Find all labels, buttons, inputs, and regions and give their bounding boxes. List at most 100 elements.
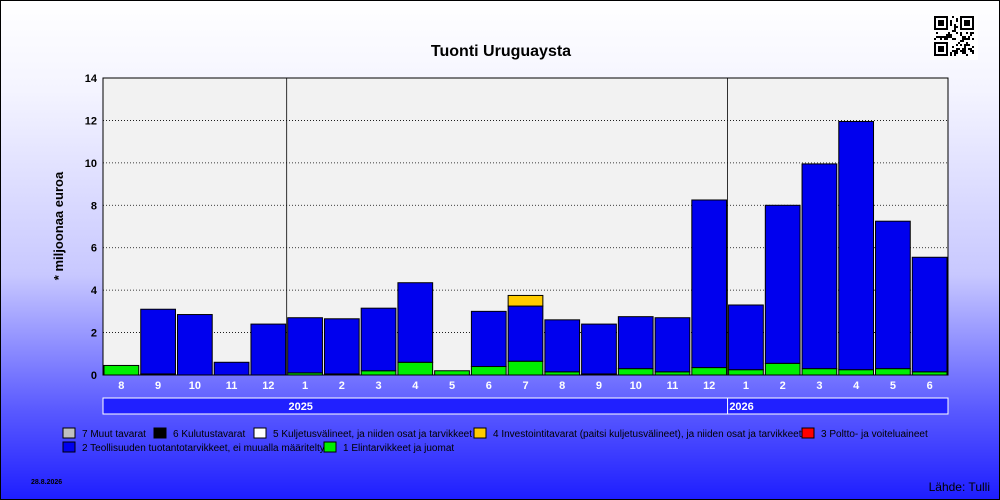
- bar-segment: [470, 366, 507, 376]
- qr-module: [938, 20, 944, 26]
- legend-item: 3 Poltto- ja voiteluaineet: [801, 427, 928, 440]
- qr-module: [940, 38, 942, 40]
- x-tick-label: 9: [596, 380, 602, 392]
- qr-module: [970, 34, 972, 36]
- qr-module: [954, 38, 956, 40]
- qr-module: [952, 46, 954, 48]
- qr-module: [962, 52, 964, 54]
- qr-module: [970, 32, 972, 34]
- bar-segment: [176, 314, 213, 376]
- qr-module: [968, 38, 970, 40]
- qr-module: [952, 50, 954, 52]
- qr-module: [958, 42, 960, 44]
- qr-module: [936, 36, 938, 38]
- bar-segment: [691, 367, 728, 376]
- qr-module: [956, 52, 958, 54]
- qr-module: [950, 52, 952, 54]
- x-tick-label: 3: [375, 380, 381, 392]
- x-tick-label: 6: [486, 380, 492, 392]
- qr-module: [958, 48, 960, 50]
- qr-module: [954, 24, 956, 26]
- qr-module: [962, 40, 964, 42]
- bar-segment: [838, 120, 875, 371]
- x-tick-label: 6: [927, 380, 933, 392]
- bar-segment: [764, 204, 801, 364]
- bar-segment: [875, 220, 911, 370]
- bar-segment: [801, 368, 838, 376]
- qr-module: [936, 32, 938, 34]
- bar-segment: [544, 319, 581, 373]
- bar-segment: [911, 256, 948, 373]
- legend-swatch: [473, 427, 487, 439]
- y-tick-label: 10: [85, 158, 97, 170]
- qr-module: [966, 54, 968, 56]
- qr-module: [970, 50, 972, 52]
- qr-module: [960, 32, 962, 34]
- year-label: 2025: [288, 401, 312, 413]
- chart-frame: Tuonti Uruguaysta * miljoonaa euroa 0 2 4 6…: [0, 0, 1000, 500]
- qr-module: [950, 36, 952, 38]
- qr-module: [954, 54, 956, 56]
- legend-label: 1 Elintarvikkeet ja juomat: [343, 443, 454, 454]
- qr-module: [948, 34, 950, 36]
- bar-segment: [470, 310, 507, 368]
- qr-module: [962, 38, 964, 40]
- legend-item: 7 Muut tavarat: [62, 427, 146, 440]
- qr-module: [938, 46, 944, 52]
- bar-segment: [581, 323, 617, 375]
- qr-module: [962, 36, 964, 38]
- qr-module: [952, 16, 954, 18]
- x-tick-label: 4: [412, 380, 419, 392]
- y-tick-label: 14: [85, 73, 98, 85]
- bar-segment: [360, 370, 397, 376]
- bar-segment: [654, 317, 691, 373]
- legend-label: 7 Muut tavarat: [82, 429, 146, 440]
- qr-module: [954, 52, 956, 54]
- x-tick-label: 5: [890, 380, 896, 392]
- qr-module: [964, 52, 966, 54]
- x-tick-label: 5: [449, 380, 455, 392]
- qr-module: [950, 20, 952, 22]
- x-tick-label: 4: [853, 380, 860, 392]
- bar-segment: [507, 294, 544, 307]
- qr-module: [942, 36, 944, 38]
- legend-swatch: [153, 427, 167, 439]
- qr-module: [950, 34, 952, 36]
- qr-module: [960, 40, 962, 42]
- chart-title: Tuonti Uruguaysta: [431, 43, 571, 60]
- legend-label: 6 Kulutustavarat: [173, 429, 245, 440]
- year-label: 2026: [729, 401, 753, 413]
- qr-module: [960, 44, 962, 46]
- x-tick-label: 2: [780, 380, 786, 392]
- qr-module: [952, 38, 954, 40]
- qr-module: [934, 38, 936, 40]
- x-tick-label: 3: [816, 380, 822, 392]
- qr-module: [968, 36, 970, 38]
- source-label: Lähde: Tulli: [929, 480, 990, 494]
- bar-segment: [323, 318, 360, 375]
- x-tick-label: 2: [339, 380, 345, 392]
- legend-swatch: [253, 427, 267, 439]
- qr-module: [964, 44, 966, 46]
- bar-segment: [801, 163, 838, 370]
- bar-segment: [691, 199, 728, 369]
- legend-label: 2 Teollisuuden tuotantotarvikkeet, ei mu…: [82, 443, 325, 454]
- qr-module: [964, 48, 966, 50]
- qr-module: [938, 36, 940, 38]
- qr-module: [972, 32, 974, 34]
- legend-swatch: [801, 427, 815, 439]
- bar-segment: [213, 361, 250, 376]
- qr-module: [948, 36, 950, 38]
- legend-swatch: [62, 441, 76, 453]
- y-tick-label: 2: [91, 328, 97, 340]
- bar-segment: [507, 360, 544, 376]
- qr-module: [948, 32, 950, 34]
- qr-module: [950, 24, 952, 26]
- y-tick-label: 6: [91, 243, 97, 255]
- bar-segment: [617, 368, 654, 376]
- bar-segment: [103, 364, 140, 376]
- qr-module: [972, 50, 974, 52]
- qr-module: [956, 50, 958, 52]
- x-tick-label: 8: [118, 380, 124, 392]
- legend-swatch: [62, 427, 76, 439]
